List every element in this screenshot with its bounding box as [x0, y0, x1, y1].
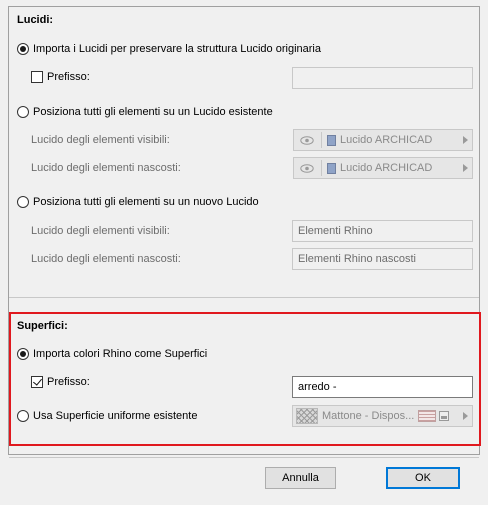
radio-existing-layer-indicator[interactable] — [17, 106, 29, 118]
superfici-prefix-check-indicator[interactable] — [31, 376, 43, 388]
footer-divider — [9, 457, 479, 458]
new-visible-layer-label: Lucido degli elementi visibili: — [31, 225, 170, 237]
cancel-button[interactable]: Annulla — [265, 467, 336, 489]
layer-icon — [327, 162, 336, 174]
lucidi-prefix-checkbox[interactable]: Prefisso: — [31, 71, 90, 83]
radio-new-layer-indicator[interactable] — [17, 196, 29, 208]
radio-import-layers-label: Importa i Lucidi per preservare la strut… — [33, 43, 321, 55]
popup-separator — [321, 132, 322, 148]
surface-popup-value: Mattone - Dispos... — [322, 410, 415, 422]
superfici-heading: Superfici: — [17, 320, 68, 332]
radio-import-colors[interactable]: Importa colori Rhino come Superfici — [17, 348, 207, 360]
arrow-right-icon — [463, 164, 468, 172]
popup-separator — [321, 160, 322, 176]
lucidi-prefix-label: Prefisso: — [47, 71, 90, 83]
eye-icon — [299, 163, 315, 173]
visible-layer-label: Lucido degli elementi visibili: — [31, 134, 170, 146]
radio-uniform-surface-indicator[interactable] — [17, 410, 29, 422]
hidden-layer-popup[interactable]: Lucido ARCHICAD — [293, 157, 473, 179]
ok-button[interactable]: OK — [386, 467, 460, 489]
radio-new-layer[interactable]: Posiziona tutti gli elementi su un nuovo… — [17, 196, 259, 208]
lucidi-heading: Lucidi: — [17, 14, 54, 26]
eye-icon — [299, 135, 315, 145]
radio-uniform-surface-label: Usa Superficie uniforme esistente — [33, 410, 198, 422]
arrow-right-icon — [463, 136, 468, 144]
surface-swatch-icon — [296, 408, 318, 424]
radio-import-layers-indicator[interactable] — [17, 43, 29, 55]
hidden-layer-label: Lucido degli elementi nascosti: — [31, 162, 181, 174]
layer-icon — [327, 134, 336, 146]
hidden-layer-value: Lucido ARCHICAD — [340, 162, 433, 174]
section-divider — [9, 297, 479, 298]
image-icon — [439, 411, 450, 421]
superfici-prefix-checkbox[interactable]: Prefisso: — [31, 376, 90, 388]
radio-uniform-surface[interactable]: Usa Superficie uniforme esistente — [17, 410, 197, 422]
radio-import-colors-indicator[interactable] — [17, 348, 29, 360]
radio-existing-layer[interactable]: Posiziona tutti gli elementi su un Lucid… — [17, 106, 273, 118]
hatch-pattern-icon — [418, 410, 437, 422]
visible-layer-value: Lucido ARCHICAD — [340, 134, 433, 146]
radio-existing-layer-label: Posiziona tutti gli elementi su un Lucid… — [33, 106, 273, 118]
new-hidden-layer-label: Lucido degli elementi nascosti: — [31, 253, 181, 265]
radio-import-layers[interactable]: Importa i Lucidi per preservare la strut… — [17, 43, 321, 55]
new-hidden-layer-field[interactable]: Elementi Rhino nascosti — [292, 248, 473, 270]
radio-new-layer-label: Posiziona tutti gli elementi su un nuovo… — [33, 196, 259, 208]
arrow-right-icon — [463, 412, 468, 420]
lucidi-prefix-field[interactable] — [292, 67, 473, 89]
visible-layer-popup[interactable]: Lucido ARCHICAD — [293, 129, 473, 151]
lucidi-prefix-check-indicator[interactable] — [31, 71, 43, 83]
radio-import-colors-label: Importa colori Rhino come Superfici — [33, 348, 208, 360]
superfici-prefix-input[interactable]: arredo - — [292, 376, 473, 398]
surface-popup[interactable]: Mattone - Dispos... — [292, 405, 473, 427]
superfici-prefix-label: Prefisso: — [47, 376, 90, 388]
new-visible-layer-field[interactable]: Elementi Rhino — [292, 220, 473, 242]
